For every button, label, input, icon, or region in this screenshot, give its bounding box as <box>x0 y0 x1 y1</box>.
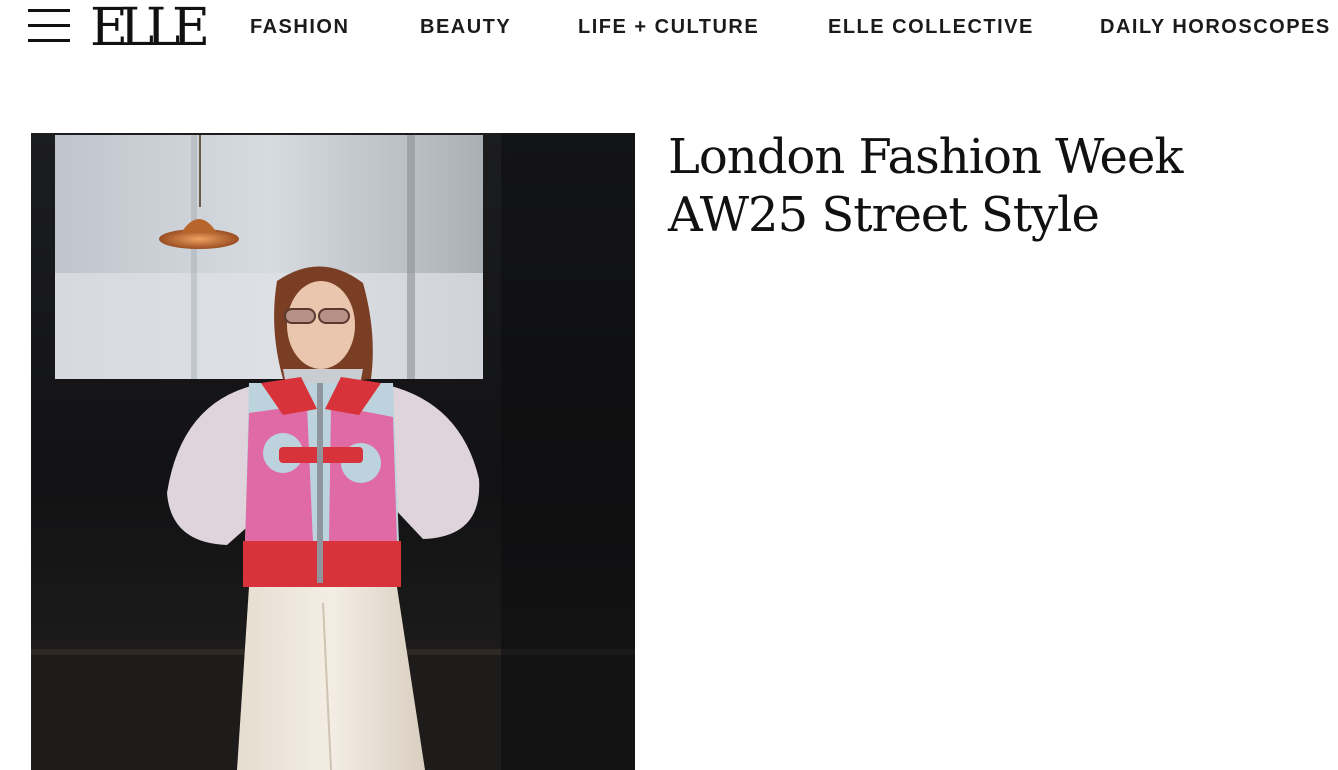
article-title[interactable]: London Fashion Week AW25 Street Style <box>668 128 1288 244</box>
primary-nav: FASHION BEAUTY LIFE + CULTURE ELLE COLLE… <box>0 14 1338 40</box>
nav-item-life-culture[interactable]: LIFE + CULTURE <box>578 14 759 40</box>
nav-item-daily-horoscopes[interactable]: DAILY HOROSCOPES <box>1100 14 1331 40</box>
nav-item-beauty[interactable]: BEAUTY <box>420 14 511 40</box>
article-hero-image[interactable] <box>31 133 635 770</box>
menu-line <box>28 9 70 12</box>
street-style-photo <box>31 133 635 770</box>
nav-item-elle-collective[interactable]: ELLE COLLECTIVE <box>828 14 1034 40</box>
nav-item-fashion[interactable]: FASHION <box>250 14 349 40</box>
article-title-line-2: AW25 Street Style <box>668 187 1100 243</box>
article-title-line-1: London Fashion Week <box>668 129 1183 185</box>
site-header: ELLE FASHION BEAUTY LIFE + CULTURE ELLE … <box>0 0 1338 54</box>
